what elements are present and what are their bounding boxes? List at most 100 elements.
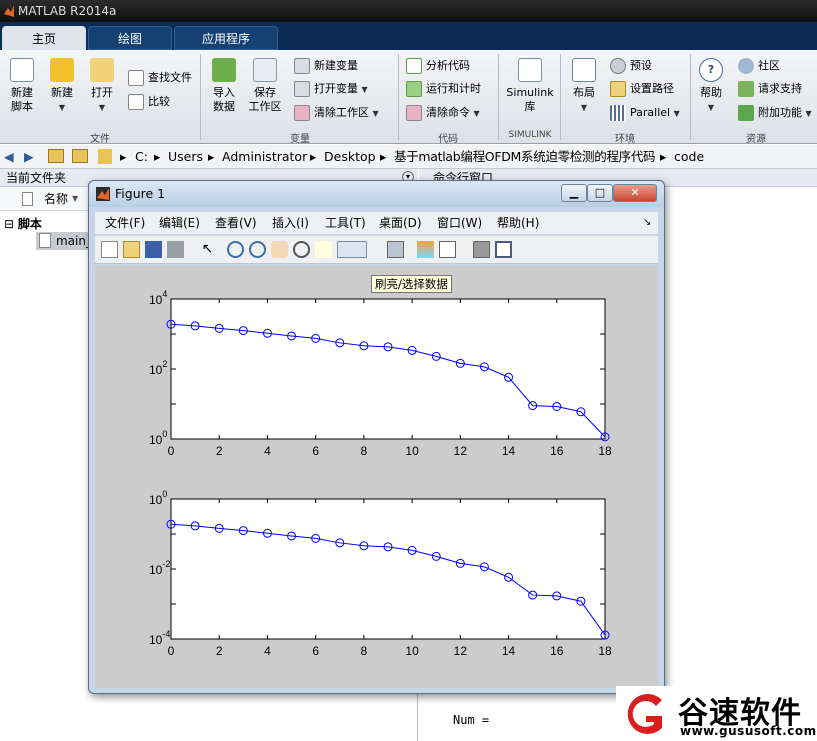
- forward-arrow-icon[interactable]: ▶: [24, 145, 34, 168]
- tab-apps[interactable]: 应用程序: [174, 26, 278, 50]
- simulink-library-button[interactable]: Simulink 库: [504, 58, 556, 114]
- axes-box[interactable]: [170, 298, 606, 440]
- path-separator: ▸: [310, 149, 317, 164]
- save-icon[interactable]: [145, 241, 162, 258]
- menu-help[interactable]: 帮助(H): [497, 212, 539, 234]
- analyze-code-button[interactable]: 分析代码: [406, 58, 470, 74]
- import-data-button[interactable]: 导入 数据: [206, 58, 242, 114]
- up-folder-icon[interactable]: [48, 149, 64, 163]
- menu-dock-arrow-icon[interactable]: ↘: [643, 212, 651, 234]
- request-support-button[interactable]: 请求支持: [738, 81, 802, 97]
- figure-titlebar[interactable]: Figure 1 ▁ □ ✕: [89, 181, 664, 207]
- breadcrumb-code[interactable]: code: [674, 145, 704, 168]
- menu-desktop[interactable]: 桌面(D): [379, 212, 422, 234]
- help-button[interactable]: ? 帮助 ▼: [694, 58, 728, 115]
- maximize-button[interactable]: □: [587, 184, 613, 202]
- menu-window[interactable]: 窗口(W): [437, 212, 482, 234]
- addons-plus-icon: [738, 105, 754, 121]
- find-files-button[interactable]: 查找文件: [128, 70, 192, 86]
- show-plot-tools-icon[interactable]: [495, 241, 512, 258]
- set-path-button[interactable]: 设置路径: [610, 81, 674, 97]
- axes-box[interactable]: [170, 498, 606, 640]
- back-arrow-icon[interactable]: ◀: [4, 145, 14, 168]
- hide-plot-tools-icon[interactable]: [473, 241, 490, 258]
- watermark-url: www.gususoft.com: [680, 724, 817, 738]
- new-variable-button[interactable]: 新建变量: [294, 58, 358, 74]
- layout-button[interactable]: 布局 ▼: [566, 58, 602, 115]
- x-tick-label: 10: [405, 644, 419, 658]
- menu-file[interactable]: 文件(F): [105, 212, 145, 234]
- new-button[interactable]: 新建 ▼: [44, 58, 80, 115]
- tab-home[interactable]: 主页: [2, 26, 86, 50]
- open-file-icon[interactable]: [123, 241, 140, 258]
- clear-commands-button[interactable]: 清除命令 ▼: [406, 105, 480, 122]
- zoom-in-icon[interactable]: [227, 241, 244, 258]
- pointer-icon[interactable]: ↖: [199, 241, 216, 258]
- import-label: 导入 数据: [213, 86, 235, 113]
- group-label-resources: 资源: [746, 134, 766, 145]
- breadcrumb-c[interactable]: C:: [135, 145, 148, 168]
- close-button[interactable]: ✕: [613, 184, 657, 202]
- menu-view[interactable]: 查看(V): [215, 212, 257, 234]
- folder-icon: [98, 149, 112, 164]
- breadcrumb-administrator[interactable]: Administrator: [222, 145, 307, 168]
- clear-workspace-button[interactable]: 清除工作区 ▼: [294, 105, 379, 122]
- browse-folder-icon[interactable]: [72, 149, 88, 163]
- compare-button[interactable]: 比较: [128, 94, 170, 110]
- addons-label: 附加功能: [758, 106, 802, 119]
- legend-icon[interactable]: [439, 241, 456, 258]
- menu-insert[interactable]: 插入(I): [272, 212, 309, 234]
- group-label-variable: 变量: [290, 134, 310, 145]
- zoom-out-icon[interactable]: [249, 241, 266, 258]
- x-tick-label: 0: [168, 444, 175, 458]
- tree-group-scripts[interactable]: ⊟ 脚本: [4, 215, 42, 232]
- x-tick-label: 16: [550, 644, 564, 658]
- addons-button[interactable]: 附加功能 ▼: [738, 105, 812, 122]
- community-button[interactable]: 社区: [738, 58, 780, 74]
- figure-window[interactable]: Figure 1 ▁ □ ✕ 文件(F) 编辑(E) 查看(V) 插入(I) 工…: [88, 180, 665, 694]
- plots-svg[interactable]: 0 2 4 6 8 10 12 14 16 18 100 102 104 0 2 4 6 8 10 12 14 16 18 1…: [95, 265, 658, 688]
- parallel-label: Parallel: [630, 106, 671, 119]
- x-tick-label: 0: [168, 644, 175, 658]
- breadcrumb-project[interactable]: 基于matlab编程OFDM系统迫零检测的程序代码: [394, 145, 656, 168]
- matlab-logo-icon: [4, 5, 14, 17]
- figure-canvas[interactable]: 0 2 4 6 8 10 12 14 16 18 100 102 104 0 2 4 6 8 10 12 14 16 18 1…: [95, 265, 658, 688]
- sort-arrow-icon[interactable]: ▼: [72, 187, 78, 211]
- breadcrumb-users[interactable]: Users: [168, 145, 203, 168]
- new-script-button[interactable]: 新建 脚本: [4, 58, 40, 114]
- file-list-item[interactable]: main_: [36, 232, 96, 250]
- colorbar-icon[interactable]: [417, 241, 434, 258]
- pan-hand-icon[interactable]: [271, 241, 288, 258]
- new-variable-label: 新建变量: [314, 59, 358, 72]
- parallel-button[interactable]: Parallel ▼: [610, 105, 680, 122]
- preferences-label: 预设: [630, 59, 652, 72]
- breadcrumb-desktop[interactable]: Desktop: [324, 145, 376, 168]
- save-workspace-button[interactable]: 保存 工作区: [246, 58, 284, 114]
- gear-icon: [610, 58, 626, 74]
- simulink-library-label: Simulink 库: [506, 86, 554, 113]
- open-variable-button[interactable]: 打开变量 ▼: [294, 81, 368, 98]
- preferences-button[interactable]: 预设: [610, 58, 652, 74]
- rotate-3d-icon[interactable]: [293, 241, 310, 258]
- data-cursor-icon[interactable]: [315, 241, 332, 258]
- collapse-icon[interactable]: ⊟: [4, 217, 18, 231]
- y-tick-label: 102: [149, 359, 167, 377]
- menu-edit[interactable]: 编辑(E): [159, 212, 200, 234]
- tab-plots[interactable]: 绘图: [88, 26, 172, 50]
- ribbon-separator: [690, 54, 691, 140]
- open-button[interactable]: 打开 ▼: [84, 58, 120, 115]
- print-icon[interactable]: [167, 241, 184, 258]
- ribbon-toolbar: 新建 脚本 新建 ▼ 打开 ▼ 查找文件 比较 文件 导入 数据 保存 工作区 新建…: [0, 50, 817, 145]
- matlab-figure-icon: [96, 187, 110, 201]
- brush-data-icon[interactable]: [337, 241, 367, 258]
- name-column-header[interactable]: 名称: [44, 187, 68, 211]
- y-tick-label: 100: [149, 429, 167, 447]
- ribbon-separator: [398, 54, 399, 140]
- menu-tools[interactable]: 工具(T): [325, 212, 366, 234]
- simulink-library-icon: [518, 58, 542, 82]
- x-tick-label: 4: [264, 644, 271, 658]
- run-and-time-button[interactable]: 运行和计时: [406, 81, 481, 97]
- minimize-button[interactable]: ▁: [561, 184, 587, 202]
- link-plot-icon[interactable]: [387, 241, 404, 258]
- new-figure-icon[interactable]: [101, 241, 118, 258]
